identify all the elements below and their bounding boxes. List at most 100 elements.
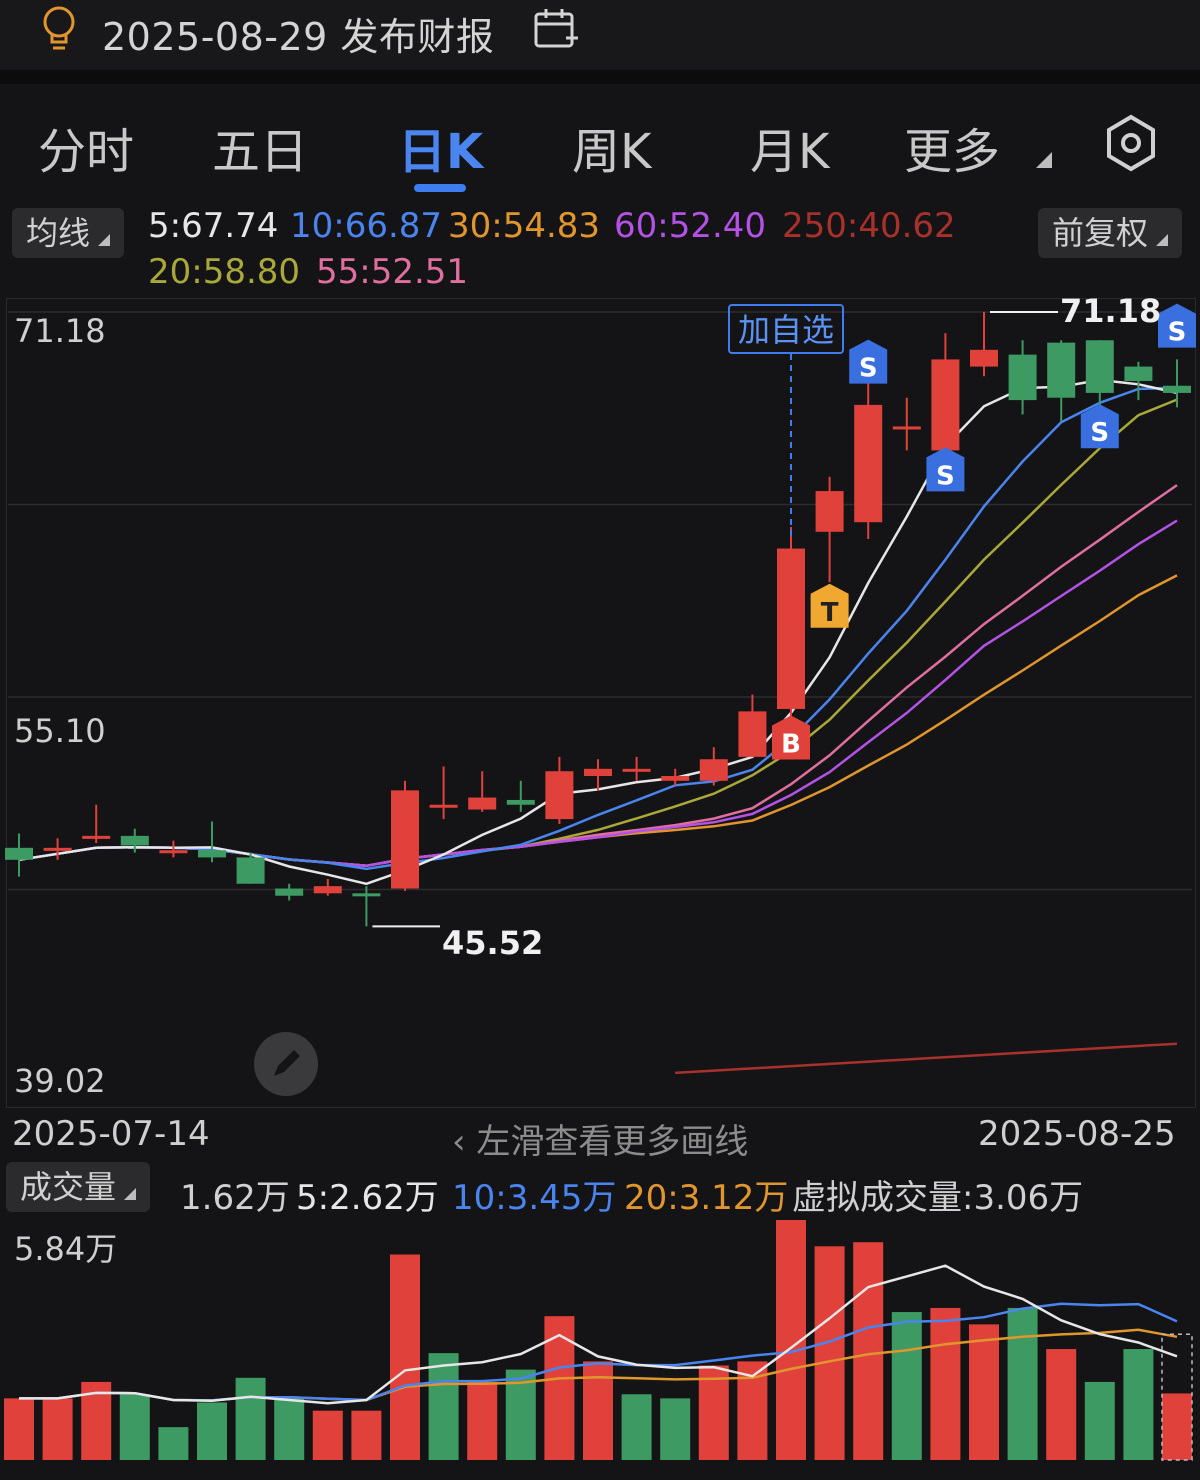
kline-chart[interactable]: B T S S S S xyxy=(0,298,1200,1108)
candle-body xyxy=(931,359,960,451)
price-axis-mid: 55.10 xyxy=(14,712,106,750)
volume-bar xyxy=(969,1324,999,1460)
dropdown-triangle-icon xyxy=(98,234,111,246)
lightbulb-icon xyxy=(43,6,75,50)
candle-body xyxy=(777,548,805,709)
ma-selector[interactable]: 均线 xyxy=(12,208,125,258)
virtual-volume: 虚拟成交量:3.06万 xyxy=(792,1178,1084,1218)
volume-bar xyxy=(930,1307,961,1460)
candle-body xyxy=(391,790,419,889)
volume-bar xyxy=(660,1398,691,1460)
adjust-selector[interactable]: 前复权 xyxy=(1038,208,1183,258)
dropdown-triangle-icon xyxy=(124,1188,137,1200)
volume-bar xyxy=(891,1312,922,1460)
tab-more[interactable]: 更多 xyxy=(904,112,1000,182)
volume-bar xyxy=(197,1402,227,1460)
volume-legend: 成交量 1.62万 5:2.62万 10:3.45万 20:3.12万 虚拟成交… xyxy=(0,1162,1200,1218)
earnings-banner[interactable]: 2025-08-29 发布财报 xyxy=(0,0,1200,70)
volume-ma20: 20:3.12万 xyxy=(624,1178,789,1218)
sell-signal-badge: S xyxy=(849,339,888,384)
candle-body xyxy=(352,893,381,897)
svg-text:S: S xyxy=(1168,318,1187,348)
candle-body xyxy=(506,799,535,805)
candle-body xyxy=(82,835,111,839)
tab-daily-k[interactable]: 日K xyxy=(398,112,483,182)
ma10-value: 10:66.87 xyxy=(290,206,443,246)
volume-bar xyxy=(1084,1381,1115,1460)
candle-body xyxy=(1163,385,1191,393)
candle-body xyxy=(1085,340,1114,393)
ma10-line xyxy=(18,386,1178,871)
ma250-value: 250:40.62 xyxy=(782,206,956,246)
candle-body xyxy=(198,850,226,858)
candle-body xyxy=(236,857,265,884)
svg-text:S: S xyxy=(936,461,955,491)
volume-bar xyxy=(1046,1349,1077,1460)
tab-intraday[interactable]: 分时 xyxy=(38,112,134,182)
start-date: 2025-07-14 xyxy=(12,1114,210,1154)
pencil-icon xyxy=(274,1050,300,1076)
tab-five-day[interactable]: 五日 xyxy=(212,112,308,182)
add-watchlist-marker[interactable]: 加自选 xyxy=(728,304,844,354)
volume-chart[interactable] xyxy=(0,1216,1200,1466)
volume-bar xyxy=(390,1254,420,1460)
more-caret-icon xyxy=(1036,152,1052,168)
swipe-hint-text: 左滑查看更多画线 xyxy=(476,1122,749,1162)
candle-body xyxy=(429,804,458,808)
candle-body xyxy=(545,771,574,820)
volume-selector-label: 成交量 xyxy=(20,1168,117,1206)
candle-body xyxy=(970,349,998,367)
candle-body xyxy=(5,847,33,860)
adjust-selector-label: 前复权 xyxy=(1052,214,1149,252)
svg-text:S: S xyxy=(1090,418,1109,448)
tab-weekly-k[interactable]: 周K xyxy=(572,112,651,182)
volume-selector[interactable]: 成交量 xyxy=(6,1162,151,1212)
volume-bar xyxy=(853,1242,884,1460)
add-calendar-icon[interactable] xyxy=(532,6,580,52)
candle-body xyxy=(468,797,497,810)
volume-bar xyxy=(4,1398,34,1460)
svg-text:S: S xyxy=(859,354,878,384)
tab-monthly-k[interactable]: 月K xyxy=(750,112,829,182)
ma250-line xyxy=(675,1042,1178,1075)
dropdown-triangle-icon xyxy=(1156,234,1169,246)
volume-bar xyxy=(274,1398,305,1460)
price-axis-bottom: 39.02 xyxy=(14,1062,106,1100)
volume-bar xyxy=(42,1398,73,1460)
volume-axis-max: 5.84万 xyxy=(14,1230,118,1268)
settings-icon[interactable] xyxy=(1102,114,1160,172)
high-price-label: 71.18 xyxy=(1060,292,1162,330)
ma55-value: 55:52.51 xyxy=(316,252,469,292)
candle-body xyxy=(661,776,690,781)
ma20-value: 20:58.80 xyxy=(148,252,301,292)
ma30-value: 30:54.83 xyxy=(448,206,601,246)
candle-body xyxy=(892,426,921,430)
svg-text:B: B xyxy=(781,729,801,759)
ma-selector-label: 均线 xyxy=(26,214,91,252)
ma30-line xyxy=(18,574,1178,868)
volume-bar xyxy=(544,1316,575,1460)
ma60-value: 60:52.40 xyxy=(614,206,767,246)
svg-text:T: T xyxy=(821,598,839,628)
take-signal-badge: T xyxy=(810,583,849,628)
drawing-tool-button[interactable] xyxy=(254,1032,318,1096)
volume-bar xyxy=(119,1394,150,1460)
volume-bar xyxy=(814,1246,845,1460)
ma5-value: 5:67.74 xyxy=(148,206,279,246)
candle-body xyxy=(1124,366,1153,381)
candle-body xyxy=(313,886,342,894)
period-tabs: 分时 五日 日K 周K 月K 更多 xyxy=(0,84,1200,194)
candle-body xyxy=(275,888,304,896)
active-tab-indicator xyxy=(414,184,466,192)
volume-bar xyxy=(1007,1307,1038,1460)
candle-body xyxy=(120,835,149,846)
swipe-hint: ‹ 左滑查看更多画线 xyxy=(452,1122,749,1162)
sell-signal-badge: S xyxy=(926,447,965,492)
volume-bar xyxy=(158,1427,189,1460)
ma5-line xyxy=(18,378,1178,886)
price-axis-top: 71.18 xyxy=(14,312,106,350)
divider xyxy=(0,70,1200,84)
volume-ma5: 5:2.62万 xyxy=(296,1178,439,1218)
ma-legend: 均线 5:67.74 10:66.87 30:54.83 60:52.40 25… xyxy=(0,200,1200,300)
volume-current: 1.62万 xyxy=(180,1178,290,1218)
